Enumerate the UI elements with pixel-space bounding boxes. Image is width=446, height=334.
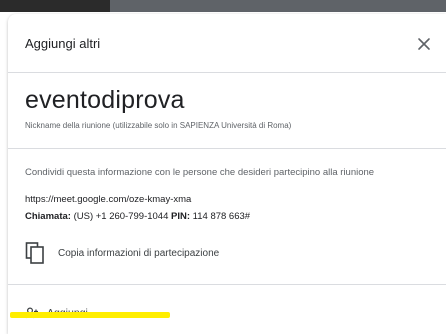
top-bar-dark-segment [0, 0, 110, 12]
nickname-note: Nickname della riunione (utilizzabile so… [25, 121, 292, 130]
section-divider-bottom [8, 284, 446, 285]
close-button[interactable] [412, 32, 436, 56]
copy-join-info-label: Copia informazioni di partecipazione [58, 248, 220, 259]
section-divider [8, 148, 446, 149]
call-label: Chiamata: [25, 211, 71, 222]
meeting-link: https://meet.google.com/oze-kmay-xma [25, 194, 192, 205]
close-icon [418, 38, 430, 50]
pin-label: PIN: [171, 211, 191, 222]
add-people-dialog: Aggiungi altri eventodiprova Nickname de… [8, 14, 446, 334]
dial-in-info: Chiamata: (US) +1 260-799-1044 PIN: 114 … [25, 211, 250, 222]
call-number: (US) +1 260-799-1044 [70, 211, 172, 222]
copy-icon [25, 242, 44, 264]
yellow-highlight-mark [10, 312, 170, 318]
meeting-name: eventodiprova [25, 86, 185, 114]
copy-join-info-button[interactable]: Copia informazioni di partecipazione [20, 240, 280, 268]
dialog-header: Aggiungi altri [8, 14, 446, 73]
dialog-title: Aggiungi altri [25, 36, 101, 51]
share-info-text: Condividi questa informazione con le per… [25, 167, 375, 178]
top-bar [0, 0, 446, 12]
pin-value: 114 878 663# [190, 211, 251, 222]
